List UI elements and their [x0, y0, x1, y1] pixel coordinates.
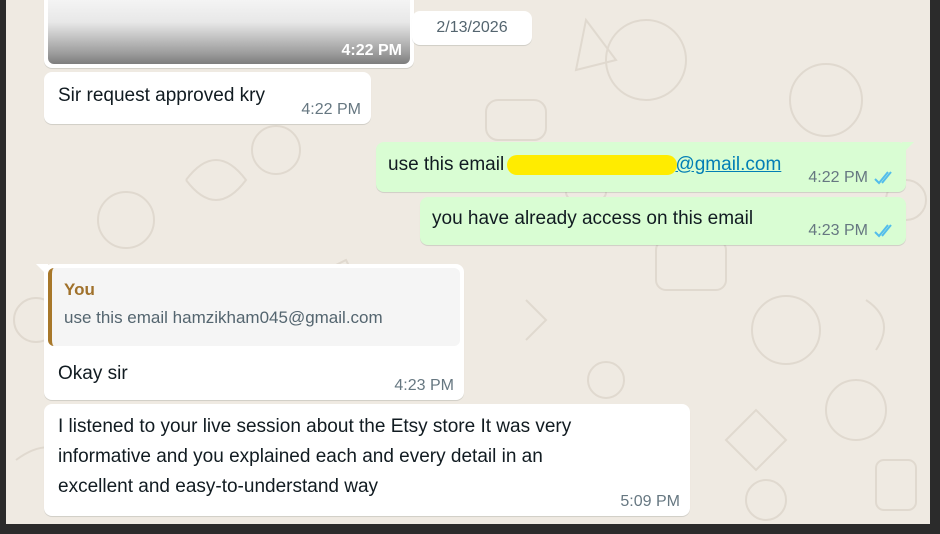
redaction-mark: [507, 154, 678, 175]
quoted-message[interactable]: You use this email hamzikham045@gmail.co…: [48, 268, 460, 346]
message-time: 4:22 PM: [301, 101, 361, 118]
double-check-icon: [874, 224, 896, 238]
message-line: informative and you explained each and e…: [58, 446, 543, 467]
chat-panel[interactable]: 4:22 PM 2/13/2026 Sir request approved k…: [6, 0, 930, 524]
message-time: 4:23 PM: [808, 222, 868, 239]
message-text: you have already access on this email: [432, 208, 754, 229]
incoming-reply-bubble[interactable]: You use this email hamzikham045@gmail.co…: [36, 264, 464, 400]
bubble-tail: [36, 264, 48, 276]
incoming-message-bubble[interactable]: I listened to your live session about th…: [44, 404, 690, 516]
outgoing-message-bubble[interactable]: use this email @gmail.com 4:22 PM: [376, 142, 914, 192]
message-text-prefix: use this email: [388, 154, 510, 175]
message-text: Sir request approved kry: [58, 85, 265, 106]
quoted-author: You: [64, 280, 95, 299]
message-time: 5:09 PM: [620, 493, 680, 510]
image-message-bubble[interactable]: 4:22 PM: [44, 0, 414, 68]
image-thumbnail[interactable]: 4:22 PM: [48, 0, 410, 64]
message-text: Okay sir: [58, 363, 128, 384]
message-meta: 4:22 PM: [808, 168, 896, 188]
message-time: 4:22 PM: [341, 42, 402, 59]
message-text: I listened to your live session about th…: [58, 412, 571, 502]
message-time: 4:22 PM: [808, 169, 868, 186]
message-time: 4:23 PM: [394, 377, 454, 394]
incoming-message-bubble[interactable]: Sir request approved kry 4:22 PM: [44, 72, 371, 124]
message-line: I listened to your live session about th…: [58, 416, 572, 437]
message-text: use this email @gmail.com: [388, 150, 781, 180]
date-separator: 2/13/2026: [412, 11, 532, 45]
message-meta: 4:23 PM: [808, 221, 896, 241]
email-link[interactable]: @gmail.com: [675, 154, 781, 175]
double-check-icon: [874, 171, 896, 185]
outgoing-message-bubble[interactable]: you have already access on this email 4:…: [420, 197, 906, 245]
bubble-tail: [902, 142, 914, 154]
message-line: excellent and easy-to-understand way: [58, 476, 379, 497]
quoted-text: use this email hamzikham045@gmail.com: [64, 308, 383, 327]
